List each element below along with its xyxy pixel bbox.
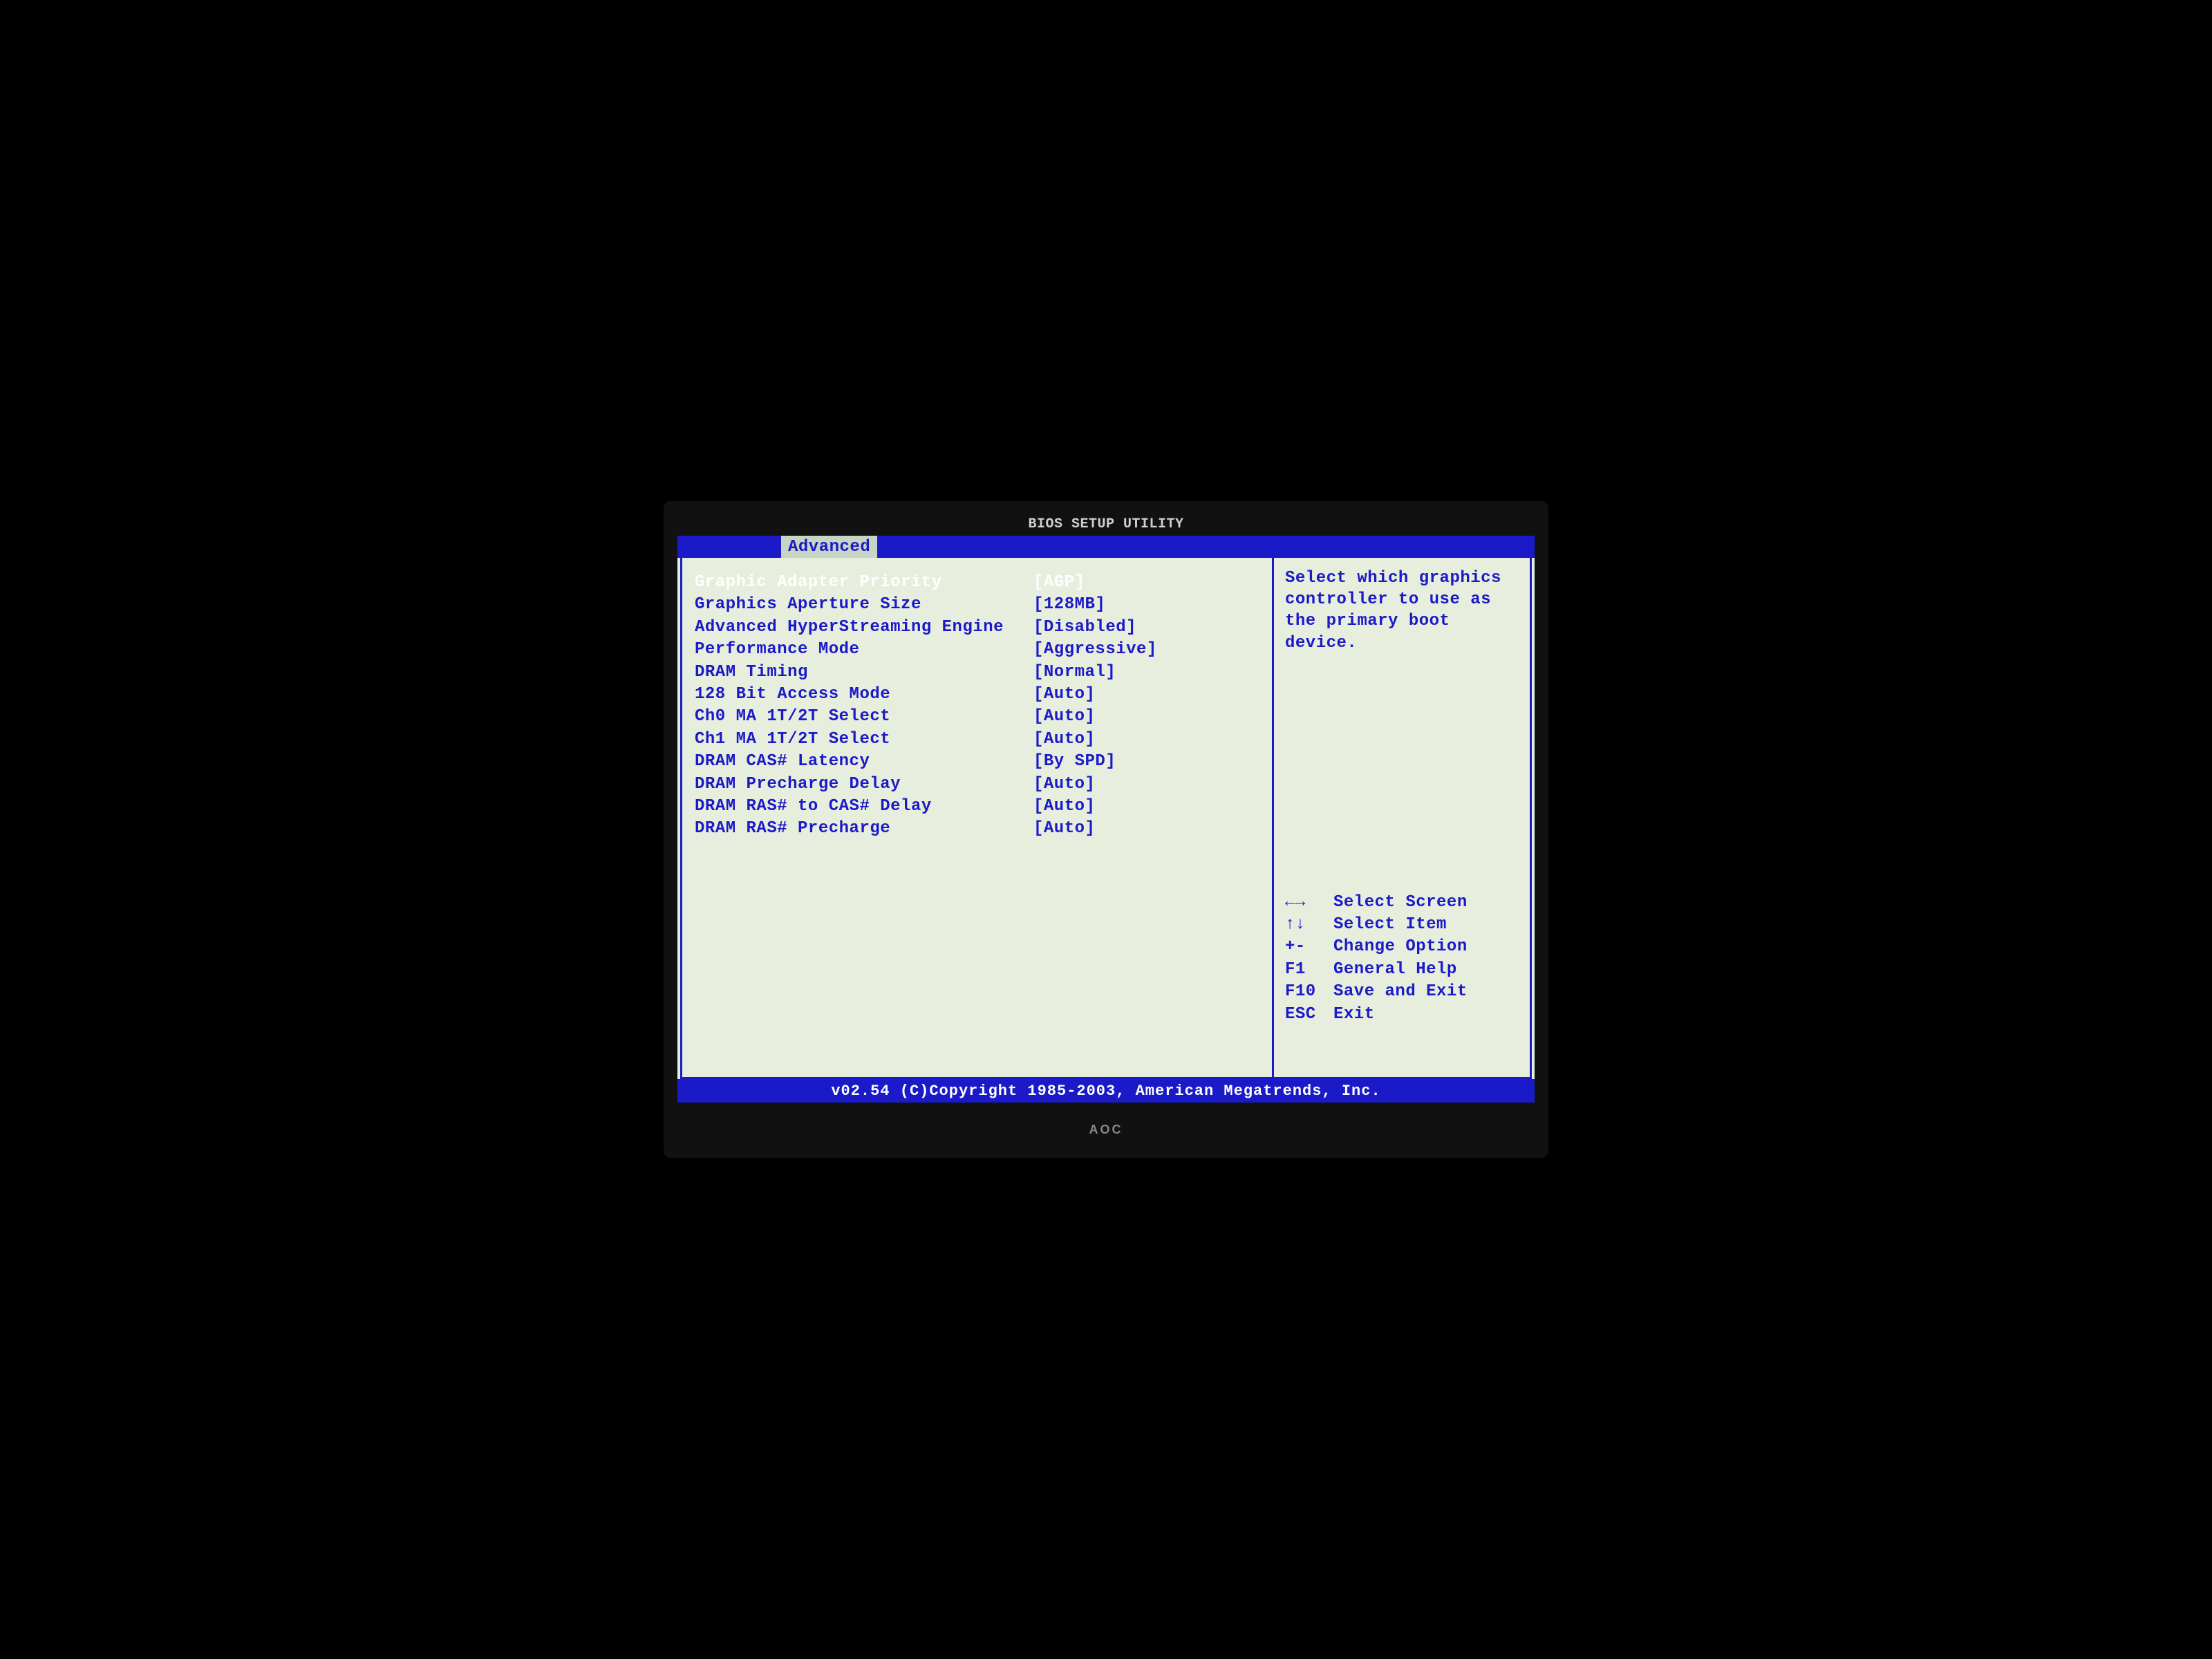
setting-value[interactable]: [Auto] bbox=[1033, 818, 1095, 840]
settings-panel: Graphic Adapter Priority[AGP]Graphics Ap… bbox=[682, 558, 1274, 1077]
app-title: BIOS SETUP UTILITY bbox=[1028, 516, 1183, 532]
setting-row[interactable]: Performance Mode[Aggressive] bbox=[695, 639, 1262, 661]
hint-key: F10 bbox=[1285, 981, 1320, 1003]
bios-screen: BIOS SETUP UTILITY Advanced Graphic Adap… bbox=[677, 536, 1535, 1103]
setting-value[interactable]: [128MB] bbox=[1033, 594, 1105, 616]
setting-row[interactable]: DRAM RAS# to CAS# Delay[Auto] bbox=[695, 796, 1262, 818]
key-hints: ←→ Select Screen ↑↓ Select Item +- Change Opt… bbox=[1285, 892, 1519, 1026]
setting-label: Graphic Adapter Priority bbox=[695, 572, 1033, 594]
setting-value[interactable]: [Aggressive] bbox=[1033, 639, 1157, 661]
hint-key: ↑↓ bbox=[1285, 914, 1320, 936]
setting-row[interactable]: Advanced HyperStreaming Engine[Disabled] bbox=[695, 617, 1262, 639]
hint-key: F1 bbox=[1285, 959, 1320, 981]
hint-row: +- Change Option bbox=[1285, 936, 1519, 958]
hint-action: Select Item bbox=[1333, 914, 1447, 936]
monitor-bezel: BIOS SETUP UTILITY Advanced Graphic Adap… bbox=[664, 501, 1548, 1158]
tab-bar: Advanced bbox=[677, 536, 1535, 558]
setting-label: Performance Mode bbox=[695, 639, 1033, 661]
main-panel: Graphic Adapter Priority[AGP]Graphics Ap… bbox=[680, 558, 1532, 1079]
hint-action: Change Option bbox=[1333, 936, 1468, 958]
setting-value[interactable]: [By SPD] bbox=[1033, 751, 1116, 773]
help-text: Select which graphics controller to use … bbox=[1285, 568, 1519, 654]
setting-label: DRAM Precharge Delay bbox=[695, 774, 1033, 796]
hint-key: ESC bbox=[1285, 1004, 1320, 1026]
setting-label: DRAM CAS# Latency bbox=[695, 751, 1033, 773]
hint-action: Save and Exit bbox=[1333, 981, 1468, 1003]
setting-value[interactable]: [Normal] bbox=[1033, 662, 1116, 684]
setting-value[interactable]: [Auto] bbox=[1033, 706, 1095, 728]
setting-row[interactable]: Ch1 MA 1T/2T Select[Auto] bbox=[695, 729, 1262, 751]
hint-row: ↑↓ Select Item bbox=[1285, 914, 1519, 936]
hint-row: ESC Exit bbox=[1285, 1004, 1519, 1026]
setting-value[interactable]: [Disabled] bbox=[1033, 617, 1136, 639]
hint-row: F10 Save and Exit bbox=[1285, 981, 1519, 1003]
setting-value[interactable]: [Auto] bbox=[1033, 774, 1095, 796]
setting-value[interactable]: [AGP] bbox=[1033, 572, 1085, 594]
setting-row[interactable]: DRAM CAS# Latency[By SPD] bbox=[695, 751, 1262, 773]
setting-row[interactable]: 128 Bit Access Mode[Auto] bbox=[695, 684, 1262, 706]
setting-value[interactable]: [Auto] bbox=[1033, 684, 1095, 706]
setting-label: 128 Bit Access Mode bbox=[695, 684, 1033, 706]
setting-label: DRAM RAS# to CAS# Delay bbox=[695, 796, 1033, 818]
hint-action: Select Screen bbox=[1333, 892, 1468, 914]
setting-label: Ch1 MA 1T/2T Select bbox=[695, 729, 1033, 751]
setting-label: Graphics Aperture Size bbox=[695, 594, 1033, 616]
hint-row: F1 General Help bbox=[1285, 959, 1519, 981]
setting-label: Advanced HyperStreaming Engine bbox=[695, 617, 1033, 639]
tab-advanced[interactable]: Advanced bbox=[781, 536, 877, 558]
help-panel: Select which graphics controller to use … bbox=[1274, 558, 1530, 1077]
setting-label: DRAM RAS# Precharge bbox=[695, 818, 1033, 840]
setting-row[interactable]: Graphics Aperture Size[128MB] bbox=[695, 594, 1262, 616]
setting-label: Ch0 MA 1T/2T Select bbox=[695, 706, 1033, 728]
hint-key: +- bbox=[1285, 936, 1320, 958]
hint-key: ←→ bbox=[1285, 892, 1320, 914]
footer-copyright: v02.54 (C)Copyright 1985-2003, American … bbox=[677, 1079, 1535, 1103]
hint-row: ←→ Select Screen bbox=[1285, 892, 1519, 914]
setting-value[interactable]: [Auto] bbox=[1033, 729, 1095, 751]
setting-value[interactable]: [Auto] bbox=[1033, 796, 1095, 818]
monitor-brand-label: AOC bbox=[1089, 1123, 1123, 1137]
setting-row[interactable]: DRAM Precharge Delay[Auto] bbox=[695, 774, 1262, 796]
setting-label: DRAM Timing bbox=[695, 662, 1033, 684]
hint-action: General Help bbox=[1333, 959, 1457, 981]
hint-action: Exit bbox=[1333, 1004, 1375, 1026]
setting-row[interactable]: Graphic Adapter Priority[AGP] bbox=[695, 572, 1262, 594]
setting-row[interactable]: Ch0 MA 1T/2T Select[Auto] bbox=[695, 706, 1262, 728]
setting-row[interactable]: DRAM Timing[Normal] bbox=[695, 662, 1262, 684]
setting-row[interactable]: DRAM RAS# Precharge[Auto] bbox=[695, 818, 1262, 840]
